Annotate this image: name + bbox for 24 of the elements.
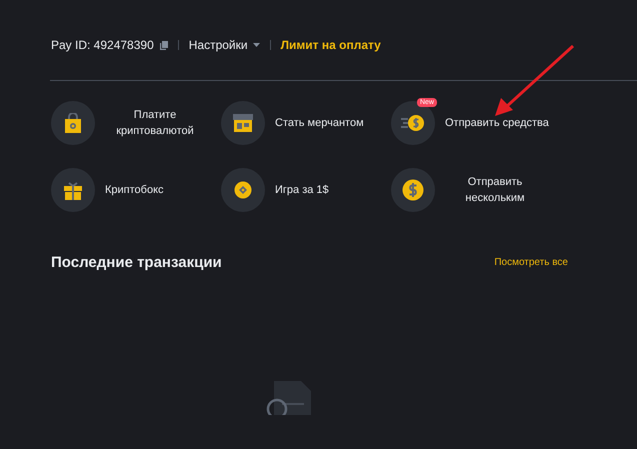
action-label[interactable]: Стать мерчантом: [275, 115, 364, 131]
action-icon-circle[interactable]: [221, 101, 265, 145]
dollar-coin-icon: [402, 179, 424, 201]
coin-transfer-icon: [401, 114, 425, 132]
action-label[interactable]: Криптобокс: [105, 182, 164, 198]
copy-icon[interactable]: [160, 40, 168, 50]
action-icon-circle[interactable]: [391, 168, 435, 212]
action-icon-circle[interactable]: [51, 168, 95, 212]
settings-dropdown[interactable]: Настройки: [188, 38, 260, 52]
action-icon-circle[interactable]: [221, 168, 265, 212]
action-icon-circle[interactable]: [51, 101, 95, 145]
action-label[interactable]: Игра за 1$: [275, 182, 329, 198]
caret-icon: [252, 43, 260, 47]
action-label[interactable]: Отправить средства: [445, 115, 549, 131]
coin-icon: [234, 181, 252, 199]
storefront-icon: [233, 114, 253, 132]
shopping-bag-icon: [64, 113, 82, 133]
view-all-link[interactable]: Посмотреть все: [494, 257, 568, 268]
action-label[interactable]: Отправить нескольким: [445, 174, 545, 206]
limit-link[interactable]: Лимит на оплату: [280, 38, 381, 52]
gift-box-icon: [63, 180, 83, 200]
action-label[interactable]: Платите криптовалютой: [105, 107, 205, 139]
section-title: Последние транзакции: [51, 254, 222, 271]
pay-id: Pay ID: 492478390: [51, 38, 154, 52]
